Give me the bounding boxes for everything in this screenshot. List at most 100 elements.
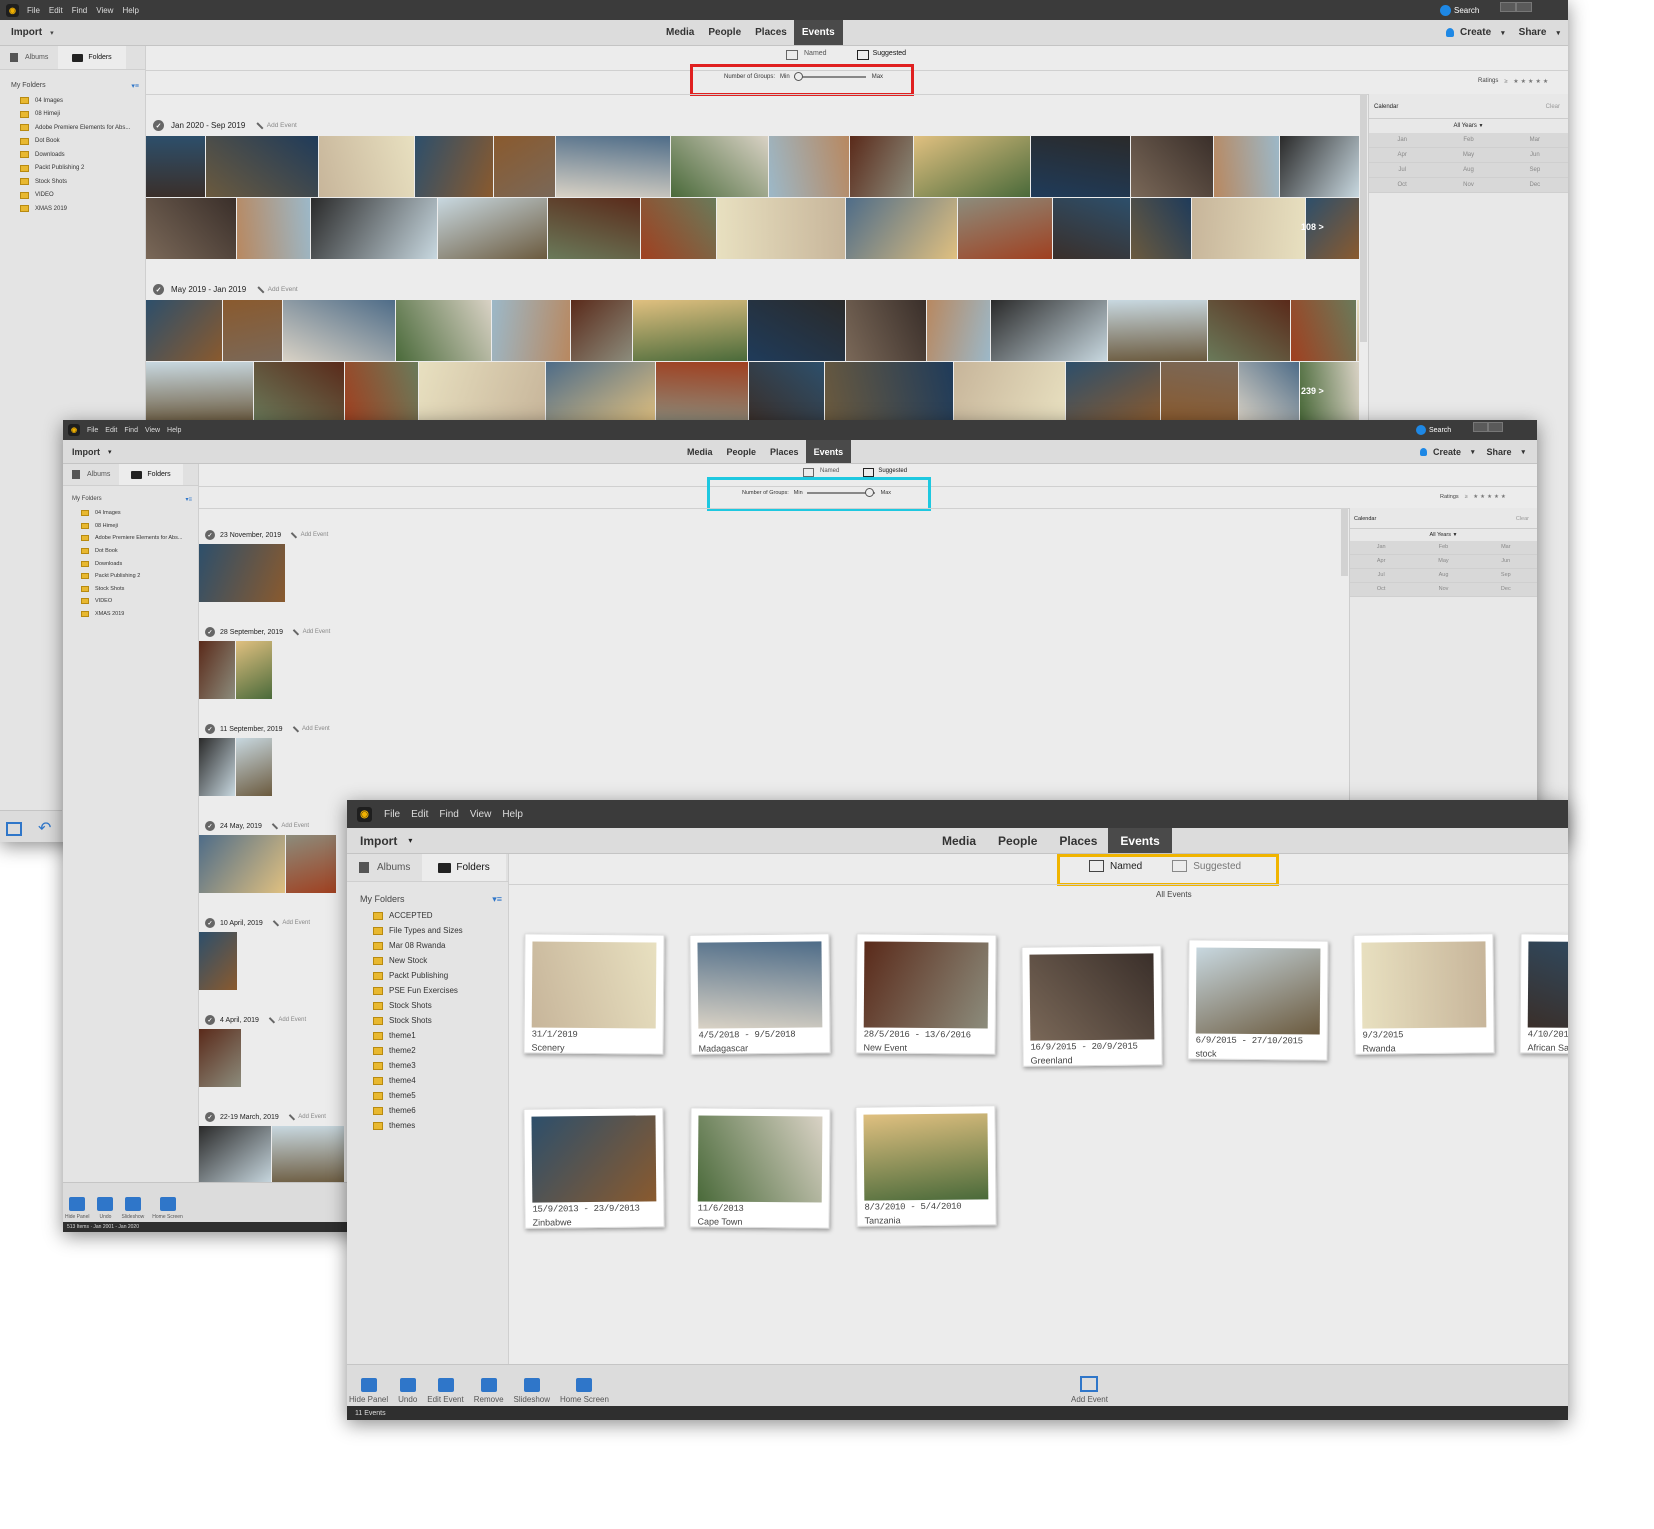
photo-thumbnail[interactable]	[749, 362, 824, 423]
photo-thumbnail[interactable]	[1357, 300, 1359, 361]
folder-item[interactable]: Adobe Premiere Elements for Abs...	[81, 532, 198, 545]
slideshow-button[interactable]: Slideshow	[514, 1378, 550, 1404]
photo-thumbnail[interactable]	[236, 641, 272, 699]
photo-thumbnail[interactable]	[846, 300, 926, 361]
month-jul[interactable]: Jul	[1350, 569, 1413, 583]
undo-button[interactable]: Undo	[398, 1378, 417, 1404]
folder-item[interactable]: ACCEPTED	[373, 908, 508, 923]
photo-thumbnail[interactable]	[641, 198, 716, 259]
tab-places[interactable]: Places	[1048, 828, 1108, 853]
folder-item[interactable]: Stock Shots	[373, 1013, 508, 1028]
import-button[interactable]: Import	[11, 27, 42, 38]
folder-item[interactable]: Downloads	[81, 557, 198, 570]
folder-item[interactable]: Packt Publishing	[373, 968, 508, 983]
photo-thumbnail[interactable]	[850, 136, 913, 197]
folder-item[interactable]: VIDEO	[20, 189, 145, 203]
search-button[interactable]: Search	[1440, 5, 1479, 16]
month-sep[interactable]: Sep	[1474, 569, 1537, 583]
photo-thumbnail[interactable]	[769, 136, 849, 197]
month-dec[interactable]: Dec	[1501, 178, 1568, 193]
home-screen-button[interactable]: Home Screen	[560, 1378, 609, 1404]
calendar-clear[interactable]: Clear	[1516, 516, 1529, 522]
minimize-icon[interactable]	[1500, 2, 1516, 12]
tab-events[interactable]: Events	[1108, 828, 1172, 853]
check-icon[interactable]: ✓	[153, 284, 164, 295]
create-button[interactable]: Create	[1460, 27, 1491, 38]
photo-thumbnail[interactable]	[846, 198, 957, 259]
folder-item[interactable]: XMAS 2019	[20, 202, 145, 216]
add-event-link[interactable]: Add Event	[303, 629, 331, 635]
chevron-down-icon[interactable]: ▾	[1556, 29, 1560, 37]
photo-thumbnail[interactable]	[199, 1126, 271, 1184]
share-button[interactable]: Share	[1487, 447, 1512, 457]
years-select[interactable]: All Years	[1454, 123, 1477, 129]
tab-albums[interactable]: Albums	[63, 464, 119, 485]
add-event-link[interactable]: Add Event	[281, 823, 309, 829]
tab-events[interactable]: Events	[805, 440, 852, 463]
photo-thumbnail[interactable]	[1161, 362, 1238, 423]
add-event-link[interactable]: Add Event	[302, 726, 330, 732]
menu-help[interactable]: Help	[122, 6, 138, 15]
folder-item[interactable]: Dot Book	[20, 135, 145, 149]
photo-thumbnail[interactable]	[146, 362, 253, 423]
photo-thumbnail[interactable]	[199, 835, 285, 893]
photo-thumbnail[interactable]	[254, 362, 344, 423]
view-named[interactable]: Named	[820, 468, 839, 477]
chevron-down-icon[interactable]: ▾	[408, 836, 412, 845]
photo-thumbnail[interactable]	[571, 300, 632, 361]
month-mar[interactable]: Mar	[1474, 541, 1537, 555]
more-photos-link[interactable]: 108 >	[1301, 222, 1324, 232]
month-jun[interactable]: Jun	[1474, 555, 1537, 569]
event-card[interactable]: 15/9/2013 - 23/9/2013 Zinbabwe	[523, 1107, 665, 1229]
tab-folders[interactable]: Folders	[422, 854, 506, 881]
restore-icon[interactable]	[1488, 422, 1503, 432]
month-jul[interactable]: Jul	[1369, 163, 1436, 178]
scrollbar[interactable]	[1360, 94, 1367, 342]
tab-media[interactable]: Media	[680, 440, 720, 463]
event-card[interactable]: 6/9/2015 - 27/10/2015 stock	[1187, 939, 1329, 1061]
photo-thumbnail[interactable]	[1239, 362, 1299, 423]
restore-icon[interactable]	[1516, 2, 1532, 12]
add-event-link[interactable]: Add Event	[278, 1017, 306, 1023]
month-may[interactable]: May	[1435, 148, 1502, 163]
more-photos-link[interactable]: 239 >	[1301, 386, 1324, 396]
ratings-stars-icon[interactable]: ≥ ★★★★★	[1465, 494, 1508, 500]
hide-panel-icon[interactable]	[6, 822, 22, 836]
add-event-link[interactable]: Add Event	[298, 1114, 326, 1120]
photo-thumbnail[interactable]	[954, 362, 1065, 423]
menu-help[interactable]: Help	[502, 809, 523, 820]
photo-thumbnail[interactable]	[556, 136, 670, 197]
chevron-down-icon[interactable]: ▾	[1522, 448, 1526, 456]
check-icon[interactable]: ✓	[205, 627, 215, 637]
photo-thumbnail[interactable]	[283, 300, 395, 361]
photo-thumbnail[interactable]	[236, 738, 272, 796]
menu-view[interactable]: View	[145, 427, 160, 434]
menu-file[interactable]: File	[27, 6, 40, 15]
photo-thumbnail[interactable]	[671, 136, 768, 197]
hide-panel-button[interactable]: Hide Panel	[349, 1378, 388, 1404]
photo-thumbnail[interactable]	[223, 300, 282, 361]
folder-item[interactable]: theme4	[373, 1073, 508, 1088]
close-icon[interactable]	[1538, 2, 1562, 12]
event-card[interactable]: 16/9/2015 - 20/9/2015 Greenland	[1021, 945, 1163, 1067]
menu-edit[interactable]: Edit	[411, 809, 428, 820]
search-button[interactable]: Search	[1416, 425, 1451, 435]
folder-item[interactable]: 04 Images	[20, 94, 145, 108]
photo-thumbnail[interactable]	[345, 362, 418, 423]
home-screen-button[interactable]: Home Screen	[152, 1197, 183, 1220]
photo-thumbnail[interactable]	[199, 641, 235, 699]
event-card[interactable]: 31/1/2019 Scenery	[523, 933, 665, 1055]
photo-thumbnail[interactable]	[396, 300, 491, 361]
scrollbar[interactable]	[1341, 508, 1348, 576]
view-suggested[interactable]: Suggested	[878, 468, 907, 477]
photo-thumbnail[interactable]	[548, 198, 640, 259]
photo-thumbnail[interactable]	[319, 136, 414, 197]
photo-thumbnail[interactable]	[438, 198, 547, 259]
menu-view[interactable]: View	[470, 809, 492, 820]
folder-item[interactable]: theme1	[373, 1028, 508, 1043]
photo-thumbnail[interactable]	[199, 932, 237, 990]
minimize-icon[interactable]	[1473, 422, 1488, 432]
menu-edit[interactable]: Edit	[105, 427, 117, 434]
photo-thumbnail[interactable]	[146, 136, 205, 197]
menu-file[interactable]: File	[87, 427, 98, 434]
